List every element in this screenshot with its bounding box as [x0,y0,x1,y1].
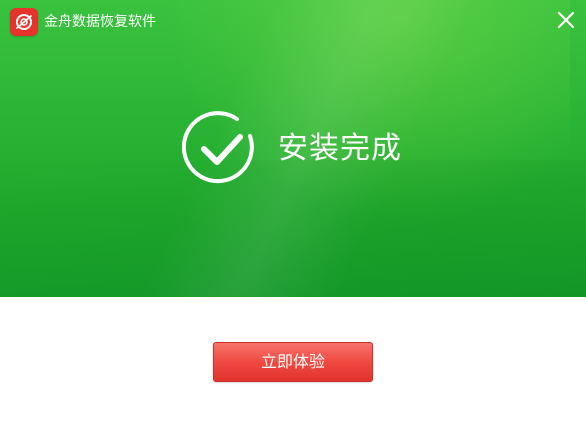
check-circle-icon [181,110,260,188]
installer-window: 金舟数据恢复软件 安装完成 立即体验 [0,0,586,435]
title-bar: 金舟数据恢复软件 [0,0,586,44]
close-icon[interactable] [554,8,578,32]
app-title: 金舟数据恢复软件 [44,14,156,30]
app-logo-icon [10,8,38,36]
start-experience-button[interactable]: 立即体验 [213,342,373,382]
status-text: 安装完成 [278,131,402,166]
